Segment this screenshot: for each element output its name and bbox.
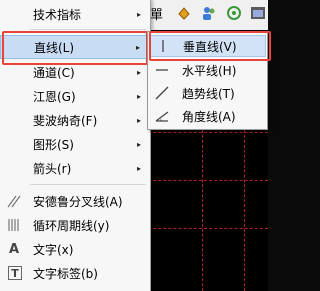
menu-item-text-label[interactable]: T 文字标签(b) bbox=[0, 261, 150, 285]
menu-separator bbox=[30, 184, 146, 185]
submenu-item-label: 水平线(H) bbox=[182, 63, 237, 78]
submenu-item-horizontal-line[interactable]: 水平线(H) bbox=[150, 59, 266, 81]
menu-item-shapes[interactable]: 图形(S) ▸ bbox=[0, 132, 150, 156]
menu-item-label: 文字标签(b) bbox=[33, 266, 98, 281]
submenu-arrow-icon: ▸ bbox=[136, 9, 141, 19]
menu-item-label: 通道(C) bbox=[33, 65, 75, 80]
grid-line bbox=[202, 130, 203, 291]
submenu-item-angle-line[interactable]: 角度线(A) bbox=[150, 105, 266, 127]
menu-item-line[interactable]: 直线(L) ▸ bbox=[0, 35, 150, 59]
menu-item-label: 斐波纳奇(F) bbox=[33, 113, 98, 128]
toolbar-people-icon[interactable] bbox=[201, 5, 217, 21]
menu-item-label: 箭头(r) bbox=[33, 161, 72, 176]
submenu-item-label: 角度线(A) bbox=[182, 109, 236, 124]
menu-item-label: 安德鲁分叉线(A) bbox=[33, 194, 123, 209]
toolbar-bookmark-icon[interactable] bbox=[176, 5, 192, 21]
vertical-line-icon bbox=[155, 38, 171, 54]
menu-item-gann[interactable]: 江恩(G) ▸ bbox=[0, 84, 150, 108]
andrews-pitchfork-icon bbox=[6, 193, 22, 209]
menu-item-label: 文字(x) bbox=[33, 242, 74, 257]
text-label-icon: T bbox=[8, 266, 22, 280]
submenu-item-label: 垂直线(V) bbox=[183, 39, 237, 54]
submenu-arrow-icon: ▸ bbox=[136, 139, 141, 149]
menu-item-fibonacci[interactable]: 斐波纳奇(F) ▸ bbox=[0, 108, 150, 132]
menu-item-channel[interactable]: 通道(C) ▸ bbox=[0, 60, 150, 84]
menu-item-label: 循环周期线(y) bbox=[33, 218, 110, 233]
menu-item-label: 技术指标 bbox=[33, 7, 82, 22]
text-icon: A bbox=[8, 241, 20, 257]
toolbar-signal-icon[interactable] bbox=[226, 5, 242, 21]
grid-line bbox=[244, 130, 245, 291]
menu-separator bbox=[30, 29, 146, 30]
menu-item-label: 直线(L) bbox=[34, 40, 75, 55]
submenu-arrow-icon: ▸ bbox=[136, 163, 141, 173]
trendline-icon bbox=[154, 85, 170, 101]
menu-item-andrews-pitchfork[interactable]: 安德鲁分叉线(A) bbox=[0, 189, 150, 213]
line-submenu: 垂直线(V) 水平线(H) 趋势线(T) 角度线(A) bbox=[147, 31, 268, 130]
toolbar-menu-label[interactable]: 單 bbox=[150, 4, 163, 23]
horizontal-line-icon bbox=[154, 62, 170, 78]
submenu-item-vertical-line[interactable]: 垂直线(V) bbox=[150, 35, 266, 57]
submenu-arrow-icon: ▸ bbox=[136, 91, 141, 101]
menu-item-text[interactable]: A 文字(x) bbox=[0, 237, 150, 261]
angle-line-icon bbox=[154, 108, 170, 124]
submenu-item-label: 趋势线(T) bbox=[182, 86, 235, 101]
submenu-arrow-icon: ▸ bbox=[136, 67, 141, 77]
cycle-lines-icon bbox=[6, 217, 22, 233]
menu-item-cycle-lines[interactable]: 循环周期线(y) bbox=[0, 213, 150, 237]
grid-line bbox=[148, 132, 268, 133]
menu-item-label: 江恩(G) bbox=[33, 89, 76, 104]
menu-item-arrows[interactable]: 箭头(r) ▸ bbox=[0, 156, 150, 180]
submenu-arrow-icon: ▸ bbox=[135, 42, 140, 52]
grid-line bbox=[148, 180, 268, 181]
context-menu: 技术指标 ▸ 直线(L) ▸ 通道(C) ▸ 江恩(G) ▸ 斐波纳奇(F) ▸… bbox=[0, 0, 151, 291]
menu-item-technical-indicators[interactable]: 技术指标 ▸ bbox=[0, 2, 150, 26]
toolbar-window-icon[interactable] bbox=[250, 5, 266, 21]
submenu-arrow-icon: ▸ bbox=[136, 115, 141, 125]
grid-line bbox=[148, 228, 268, 229]
submenu-item-trendline[interactable]: 趋势线(T) bbox=[150, 82, 266, 104]
menu-item-label: 图形(S) bbox=[33, 137, 74, 152]
